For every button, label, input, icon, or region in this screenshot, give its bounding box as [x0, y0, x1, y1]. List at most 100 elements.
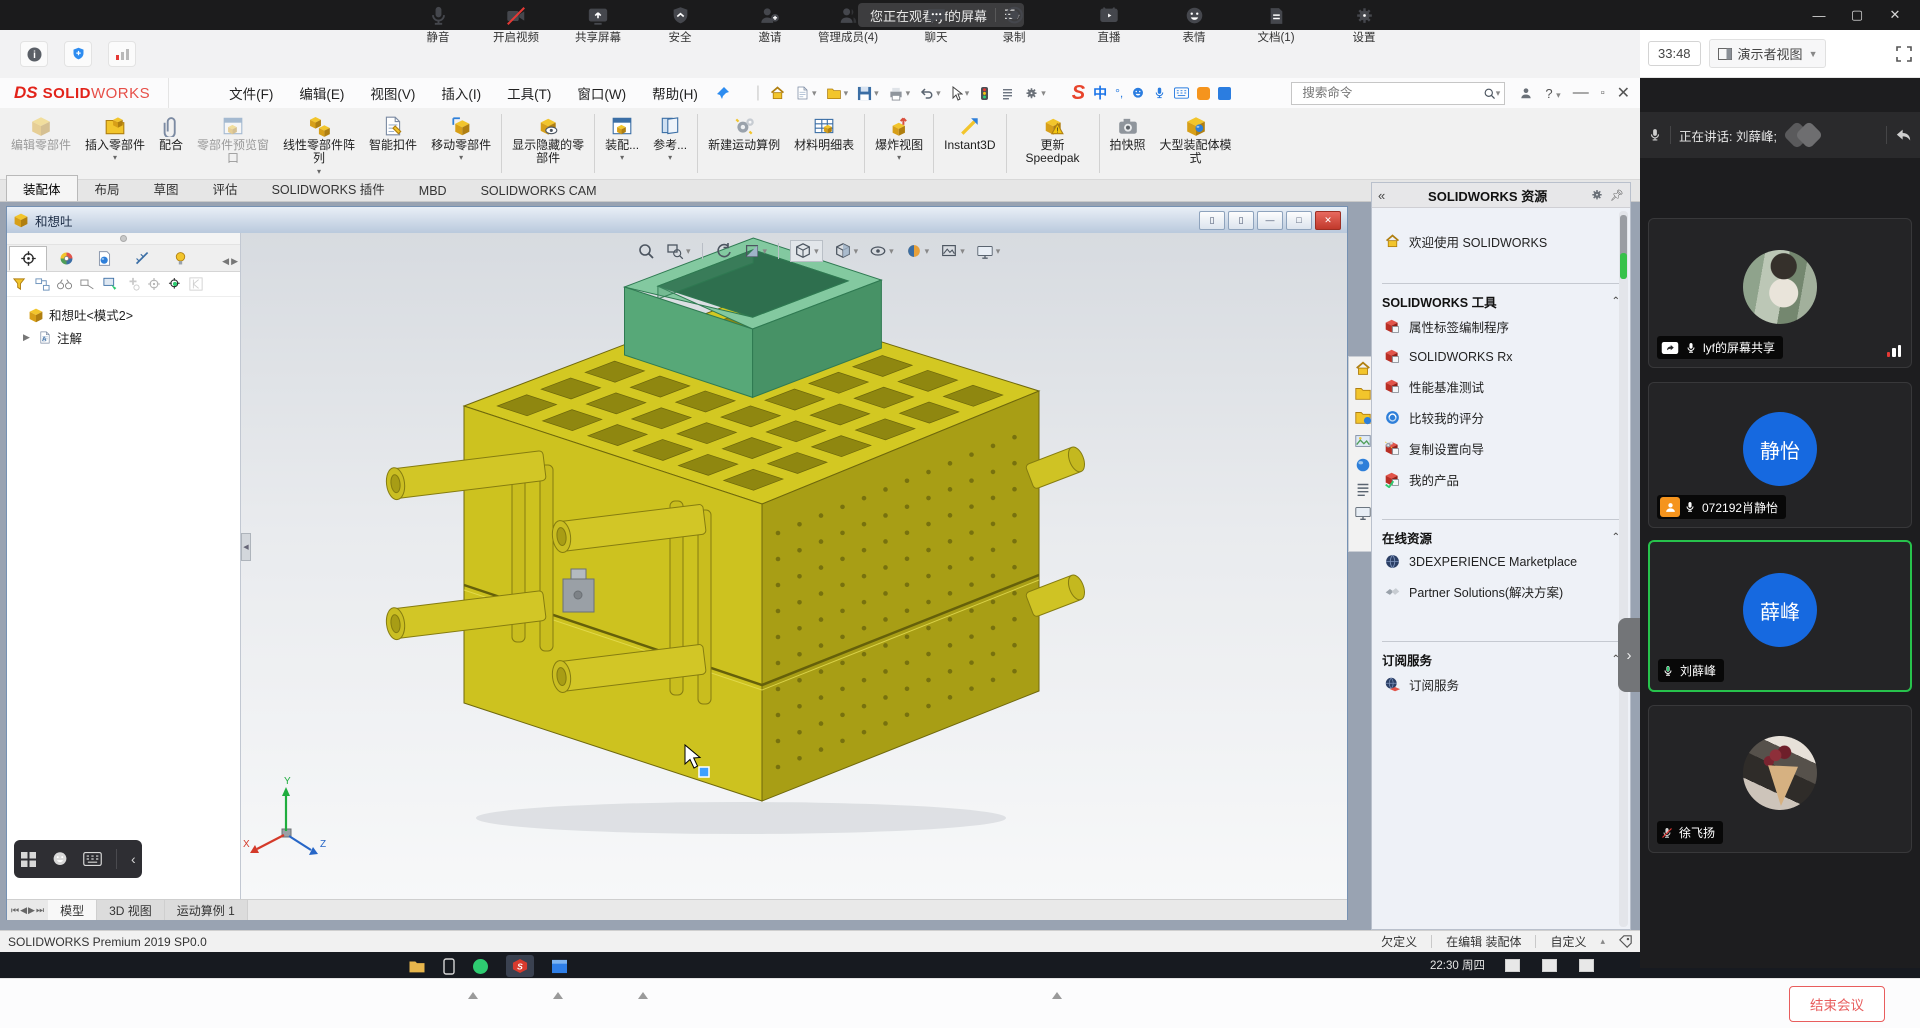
- participant-tile-xiaojingyi[interactable]: 静怡 072192肖静怡: [1648, 382, 1912, 528]
- interference-icon[interactable]: [978, 86, 991, 101]
- view-settings-icon[interactable]: ▾: [976, 242, 1001, 260]
- record-options-caret[interactable]: [1052, 992, 1062, 999]
- apply-scene-icon[interactable]: ▾: [940, 242, 965, 260]
- status-custom[interactable]: 自定义: [1550, 933, 1586, 950]
- item-3dexperience-marketplace[interactable]: 3DEXPERIENCE Marketplace: [1382, 547, 1620, 576]
- ime-mic-icon[interactable]: [1153, 86, 1166, 100]
- view-tab-motion-study[interactable]: 运动算例 1: [165, 900, 248, 920]
- cmd-move-component[interactable]: 移动零部件▾: [424, 108, 498, 179]
- cmd-linear-pattern[interactable]: 线性零部件阵列▾: [276, 108, 362, 179]
- start-video-button[interactable]: 开启视频: [493, 5, 539, 45]
- pin-icon[interactable]: 📌︎: [1610, 189, 1624, 202]
- ime-shop-icon[interactable]: [1197, 87, 1210, 100]
- section-view-icon[interactable]: ▾: [743, 242, 768, 260]
- welcome-link[interactable]: 欢迎使用 SOLIDWORKS: [1382, 226, 1620, 257]
- save-button[interactable]: ▾: [857, 86, 879, 101]
- search-input[interactable]: [1300, 85, 1482, 101]
- menu-view[interactable]: 视图(V): [370, 83, 415, 103]
- view-orientation-icon[interactable]: ▾: [790, 240, 823, 262]
- search-icon[interactable]: [1483, 87, 1496, 100]
- sw-minimize-icon[interactable]: —: [1573, 84, 1589, 102]
- cmd-smart-fasteners[interactable]: 智能扣件: [362, 108, 424, 179]
- cmd-component-preview[interactable]: 零部件预览窗口: [190, 108, 276, 179]
- doc-minimize-icon[interactable]: —: [1257, 211, 1283, 230]
- item-my-products[interactable]: 我的产品: [1382, 464, 1620, 495]
- doc-close-icon[interactable]: ✕: [1315, 211, 1341, 230]
- collapse-left-icon[interactable]: «: [1378, 188, 1385, 203]
- taskpane-gear-icon[interactable]: [1590, 188, 1604, 202]
- cmd-edit-component[interactable]: 编辑零部件: [4, 108, 78, 179]
- new-document-button[interactable]: ▾: [795, 85, 817, 101]
- participant-tile-lyf[interactable]: lyf的屏幕共享: [1648, 218, 1912, 368]
- cmd-bill-of-materials[interactable]: 材料明细表: [787, 108, 861, 179]
- graphics-viewport[interactable]: ▾ ▾ ▾ ▾ ▾ ▾ ▾ ▾: [241, 233, 1347, 899]
- hide-show-items-icon[interactable]: ▾: [869, 242, 894, 260]
- custom-properties-icon[interactable]: [1354, 480, 1372, 498]
- search-dropdown-icon[interactable]: ▾: [1496, 88, 1501, 99]
- taskbar-phone-icon[interactable]: [443, 958, 455, 975]
- print-button[interactable]: ▾: [888, 86, 911, 101]
- sw-close-icon[interactable]: ✕: [1617, 83, 1630, 103]
- cmd-update-speedpak[interactable]: ! 更新Speedpak: [1010, 108, 1096, 179]
- cmd-show-hidden[interactable]: 显示隐藏的零部件: [505, 108, 591, 179]
- taskpane-home-icon[interactable]: [1354, 360, 1372, 378]
- status-tag-icon[interactable]: [1619, 935, 1632, 948]
- emoji-icon[interactable]: [51, 850, 69, 868]
- tray-icon[interactable]: [1579, 959, 1594, 972]
- edit-appearance-icon[interactable]: ▾: [905, 242, 930, 260]
- cmd-reference-geometry[interactable]: 参考...▾: [646, 108, 694, 179]
- tab-mbd[interactable]: MBD: [402, 180, 464, 201]
- sidebar-collapse-handle[interactable]: ›: [1618, 618, 1640, 692]
- flatten-tree-icon[interactable]: [35, 277, 50, 292]
- item-copy-settings-wizard[interactable]: 复制设置向导: [1382, 433, 1620, 464]
- mute-button[interactable]: 静音: [427, 5, 450, 45]
- expand-icon[interactable]: ▶: [23, 332, 33, 343]
- rollback-icon[interactable]: [80, 278, 96, 290]
- display-style-icon[interactable]: ▾: [834, 242, 859, 260]
- cmd-mate[interactable]: 配合: [152, 108, 190, 179]
- undo-button[interactable]: ▾: [919, 86, 941, 101]
- taskbar-folder-icon[interactable]: [408, 959, 426, 974]
- tab-first-icon[interactable]: ⏮: [11, 905, 19, 916]
- keyboard-icon[interactable]: [83, 852, 102, 866]
- select-button[interactable]: ▾: [950, 86, 970, 101]
- tab-configuration-manager[interactable]: [85, 246, 123, 271]
- tab-layout[interactable]: 布局: [78, 175, 137, 201]
- open-button[interactable]: ▾: [826, 85, 849, 101]
- doc-maximize-icon[interactable]: □: [1286, 211, 1312, 230]
- security-button[interactable]: 安全: [669, 5, 692, 45]
- user-account-icon[interactable]: [1519, 86, 1533, 100]
- record-button[interactable]: 录制: [1003, 5, 1026, 45]
- menu-edit[interactable]: 编辑(E): [299, 83, 344, 103]
- zoom-fit-icon[interactable]: [637, 242, 655, 260]
- cmd-insert-component[interactable]: 插入零部件▾: [78, 108, 152, 179]
- minimize-icon[interactable]: —: [1804, 3, 1834, 27]
- view-palette-icon[interactable]: [1354, 432, 1372, 450]
- previous-view-icon[interactable]: [714, 242, 732, 260]
- emoji-button[interactable]: 表情: [1183, 5, 1206, 45]
- cmd-take-snapshot[interactable]: 拍快照: [1103, 108, 1153, 179]
- manage-members-button[interactable]: 管理成员(4): [818, 5, 878, 45]
- invite-button[interactable]: 邀请: [759, 5, 782, 45]
- bom-list-icon[interactable]: [1000, 86, 1015, 101]
- doc-pane-left-icon[interactable]: ▯: [1199, 211, 1225, 230]
- feat-tab-scroll-right-icon[interactable]: ▶: [231, 256, 238, 267]
- viewport-splitter-tab[interactable]: ◀: [241, 533, 251, 561]
- tab-next-icon[interactable]: ▶: [28, 905, 35, 916]
- menu-insert[interactable]: 插入(I): [441, 83, 481, 103]
- ime-toolbox-icon[interactable]: [1218, 87, 1231, 100]
- cmd-instant3d[interactable]: Instant3D: [937, 108, 1002, 179]
- tab-sw-addins[interactable]: SOLIDWORKS 插件: [255, 175, 402, 201]
- live-stream-button[interactable]: 直播: [1098, 5, 1121, 45]
- maximize-icon[interactable]: ▢: [1842, 3, 1872, 27]
- tray-icon[interactable]: [1505, 959, 1520, 972]
- documents-button[interactable]: 文档(1): [1257, 5, 1294, 45]
- menu-help[interactable]: 帮助(H): [652, 83, 698, 103]
- ime-emoji-icon[interactable]: [1131, 86, 1145, 100]
- cmd-large-assembly-mode[interactable]: 大型装配体模式: [1153, 108, 1239, 179]
- tab-dimxpert-manager[interactable]: [123, 246, 161, 271]
- home-button[interactable]: [769, 85, 786, 102]
- section-online-resources[interactable]: 在线资源⌃: [1382, 519, 1620, 547]
- help-button[interactable]: ? ▾: [1545, 86, 1560, 101]
- status-custom-caret[interactable]: ▴: [1600, 936, 1605, 947]
